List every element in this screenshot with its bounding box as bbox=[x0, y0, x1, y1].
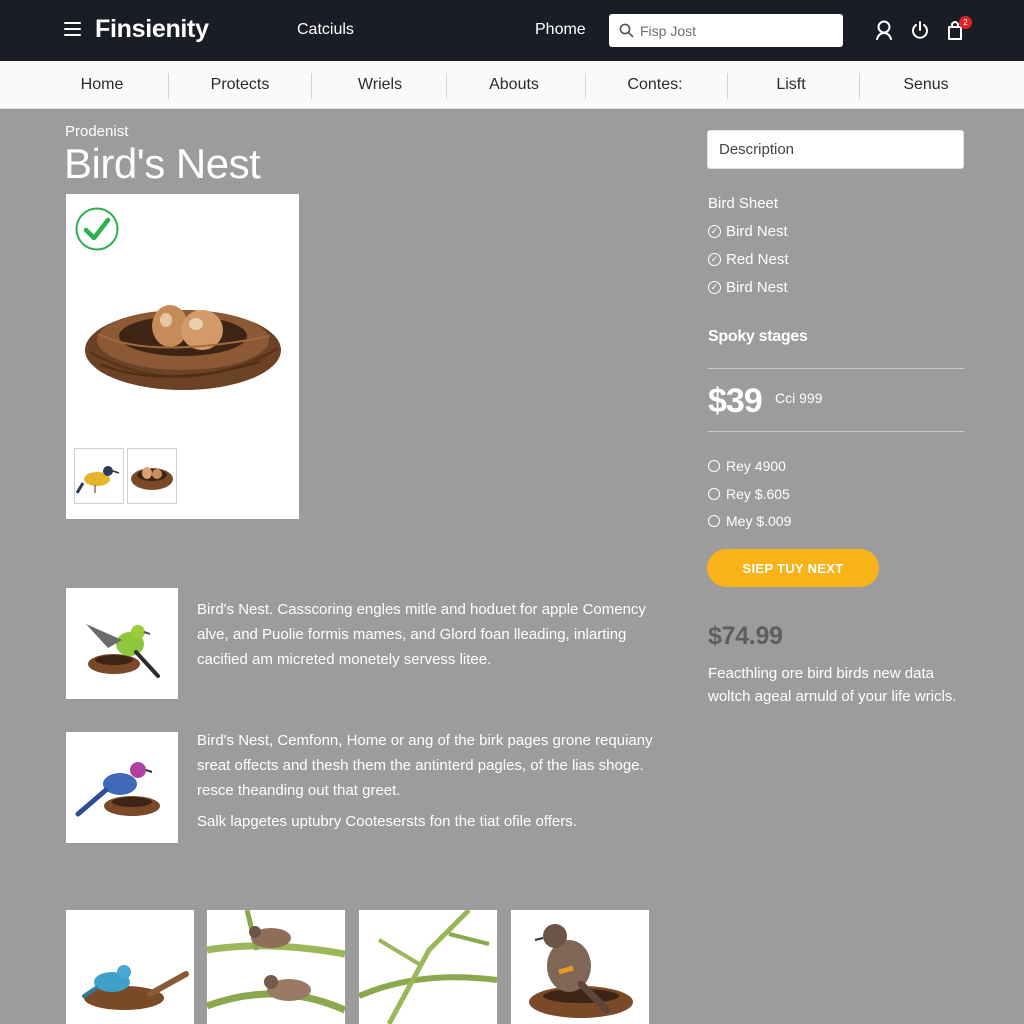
search-box[interactable] bbox=[609, 14, 843, 47]
variant-label: Mey $.009 bbox=[726, 513, 792, 529]
next-step-button[interactable]: SIEP TUY NEXT bbox=[707, 549, 879, 587]
nav-divider bbox=[585, 73, 586, 99]
variant-radio[interactable]: Rey $.605 bbox=[708, 486, 790, 502]
variant-label: Rey $.605 bbox=[726, 486, 790, 502]
radio-icon bbox=[708, 488, 720, 500]
user-icon[interactable] bbox=[875, 19, 895, 41]
header-link-phone[interactable]: Phome bbox=[535, 21, 586, 39]
check-circle-icon bbox=[75, 207, 119, 251]
nav-divider bbox=[168, 73, 169, 99]
power-icon[interactable] bbox=[910, 19, 930, 41]
nav-divider bbox=[859, 73, 860, 99]
cart-count-badge: 2 bbox=[959, 16, 972, 29]
menu-icon[interactable] bbox=[64, 22, 81, 36]
brand-logo[interactable]: Finsienity bbox=[95, 15, 209, 44]
header-link-catalog[interactable]: Catciuls bbox=[297, 21, 354, 39]
price: $39 bbox=[708, 382, 763, 420]
nav-item-contes[interactable]: Contes: bbox=[615, 61, 695, 109]
sheet-label: Bird Sheet bbox=[708, 195, 779, 212]
check-circle-icon: ✓ bbox=[708, 225, 721, 238]
variant-radio[interactable]: Mey $.009 bbox=[708, 513, 791, 529]
section-heading: Spoky stages bbox=[708, 328, 808, 345]
alt-price: $74.99 bbox=[708, 622, 783, 650]
side-note: Feacthling ore bird birds new data woltc… bbox=[708, 665, 957, 705]
check-circle-icon: ✓ bbox=[708, 253, 721, 266]
search-input[interactable] bbox=[640, 22, 830, 39]
search-icon bbox=[619, 23, 634, 38]
nav-item-lisft[interactable]: Lisft bbox=[751, 61, 831, 109]
top-header: Finsienity Catciuls Phome 2 bbox=[0, 0, 1024, 61]
description-image bbox=[66, 588, 178, 699]
divider bbox=[708, 431, 964, 432]
product-description: Bird's Nest. Casscoring engles mitle and… bbox=[197, 601, 646, 668]
option-item[interactable]: ✓ Bird Nest bbox=[708, 223, 788, 240]
main-nav: Home Protects Wriels Abouts Contes: Lisf… bbox=[0, 61, 1024, 109]
nav-divider bbox=[727, 73, 728, 99]
option-item[interactable]: ✓ Bird Nest bbox=[708, 279, 788, 296]
product-description: Bird's Nest, Cemfonn, Home or ang of the… bbox=[197, 732, 653, 799]
nav-divider bbox=[446, 73, 447, 99]
description-field[interactable] bbox=[707, 130, 964, 169]
radio-icon bbox=[708, 460, 720, 472]
related-product-image[interactable] bbox=[359, 910, 497, 1024]
option-label: Bird Nest bbox=[726, 223, 788, 240]
page-title: Bird's Nest bbox=[64, 140, 261, 187]
related-product-image[interactable] bbox=[66, 910, 194, 1024]
related-product-image[interactable] bbox=[207, 910, 345, 1024]
check-circle-icon: ✓ bbox=[708, 281, 721, 294]
divider bbox=[708, 368, 964, 369]
product-main-image[interactable] bbox=[80, 264, 285, 394]
radio-icon bbox=[708, 515, 720, 527]
description-image bbox=[66, 732, 178, 843]
variant-radio[interactable]: Rey 4900 bbox=[708, 458, 786, 474]
related-product-image[interactable] bbox=[511, 910, 649, 1024]
nav-item-protects[interactable]: Protects bbox=[195, 61, 285, 109]
option-label: Bird Nest bbox=[726, 279, 788, 296]
option-item[interactable]: ✓ Red Nest bbox=[708, 251, 789, 268]
price-note: Cci 999 bbox=[775, 390, 823, 406]
gallery-thumbnail[interactable] bbox=[127, 448, 177, 504]
nav-divider bbox=[311, 73, 312, 99]
nav-item-senus[interactable]: Senus bbox=[886, 61, 966, 109]
product-description: Salk lapgetes uptubry Cootesersts fon th… bbox=[197, 813, 577, 830]
variant-label: Rey 4900 bbox=[726, 458, 786, 474]
nav-item-wriels[interactable]: Wriels bbox=[340, 61, 420, 109]
option-label: Red Nest bbox=[726, 251, 789, 268]
breadcrumb[interactable]: Prodenist bbox=[65, 123, 128, 140]
nav-item-abouts[interactable]: Abouts bbox=[474, 61, 554, 109]
product-gallery bbox=[66, 194, 299, 519]
nav-item-home[interactable]: Home bbox=[62, 61, 142, 109]
gallery-thumbnail[interactable] bbox=[74, 448, 124, 504]
